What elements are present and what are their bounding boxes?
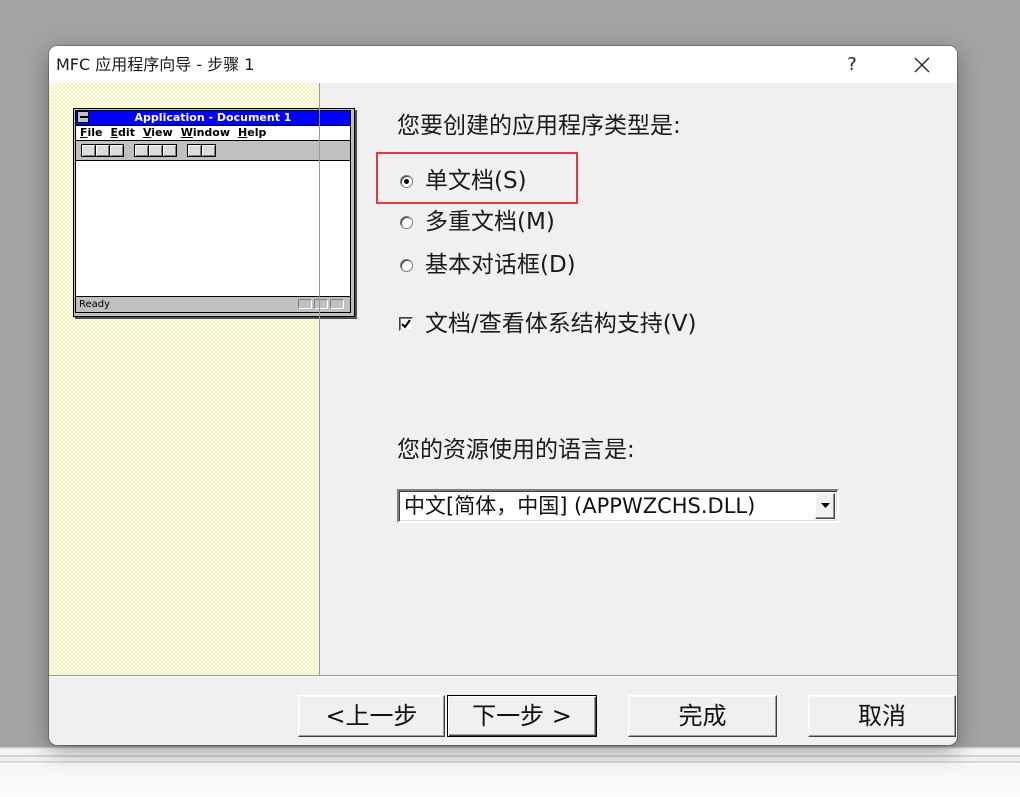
toolbar-button-icon — [162, 144, 177, 157]
preview-menu-window: Window — [180, 126, 231, 139]
radio-multiple-documents[interactable]: 多重文档(M) — [400, 208, 555, 236]
annotation-highlight-box — [376, 152, 578, 204]
status-pane — [314, 299, 328, 309]
toolbar-button-icon — [95, 144, 110, 157]
toolbar-button-icon — [134, 144, 149, 157]
preview-status-bar: Ready — [76, 296, 350, 312]
chevron-down-icon — [820, 503, 830, 508]
language-prompt: 您的资源使用的语言是: — [397, 437, 635, 463]
radio-button[interactable] — [400, 215, 413, 229]
title-bar: MFC 应用程序向导 - 步骤 1 ? — [49, 46, 957, 83]
preview-status-text: Ready — [79, 299, 111, 310]
toolbar-button-icon — [81, 144, 96, 157]
radio-label: 多重文档(M) — [425, 209, 555, 235]
preview-toolbar-group — [81, 144, 124, 157]
preview-title: Application - Document 1 — [134, 111, 292, 124]
checkbox[interactable] — [399, 317, 413, 331]
preview-menu-edit: Edit — [110, 126, 135, 139]
window-title: MFC 应用程序向导 - 步骤 1 — [56, 55, 255, 74]
toolbar-button-icon — [109, 144, 124, 157]
wizard-illustration-panel: Application - Document 1 File Edit View … — [49, 83, 355, 675]
radio-dialog-based[interactable]: 基本对话框(D) — [400, 251, 576, 279]
toolbar-button-icon — [148, 144, 163, 157]
preview-menu-file: File — [80, 126, 103, 139]
panel-divider — [319, 83, 320, 675]
background-window-edge — [0, 746, 1020, 797]
help-button[interactable]: ? — [829, 46, 875, 83]
radio-label: 基本对话框(D) — [425, 252, 576, 278]
doc-view-support-checkbox[interactable]: 文档/查看体系结构支持(V) — [399, 310, 696, 338]
next-button[interactable]: 下一步 > — [447, 695, 597, 737]
close-icon — [914, 57, 930, 72]
cancel-button[interactable]: 取消 — [808, 695, 956, 737]
status-pane — [330, 299, 344, 309]
preview-menu-bar: File Edit View Window Help — [76, 126, 350, 141]
status-pane — [298, 299, 312, 309]
app-preview-window: Application - Document 1 File Edit View … — [73, 108, 355, 317]
toolbar-button-icon — [201, 144, 216, 157]
toolbar-button-icon — [187, 144, 202, 157]
footer-divider — [49, 675, 957, 677]
preview-toolbar-group — [187, 144, 216, 157]
app-type-prompt: 您要创建的应用程序类型是: — [397, 113, 681, 139]
preview-client-area — [76, 161, 350, 296]
check-icon — [401, 319, 411, 329]
language-selected-value: 中文[简体，中国] (APPWZCHS.DLL) — [404, 494, 756, 518]
back-button[interactable]: <上一步 — [298, 695, 445, 737]
preview-toolbar — [76, 141, 350, 161]
mfc-wizard-dialog: MFC 应用程序向导 - 步骤 1 ? Application - Docume… — [49, 46, 957, 745]
preview-toolbar-group — [134, 144, 177, 157]
preview-menu-view: View — [142, 126, 173, 139]
language-dropdown[interactable]: 中文[简体，中国] (APPWZCHS.DLL) — [397, 489, 839, 523]
finish-button[interactable]: 完成 — [628, 695, 777, 737]
preview-menu-help: Help — [238, 126, 267, 139]
dropdown-button[interactable] — [815, 493, 835, 519]
radio-button[interactable] — [400, 258, 413, 272]
preview-frame: Application - Document 1 File Edit View … — [75, 110, 351, 313]
close-button[interactable] — [899, 46, 945, 83]
checkbox-label: 文档/查看体系结构支持(V) — [425, 311, 697, 337]
preview-title-bar: Application - Document 1 — [76, 111, 350, 126]
